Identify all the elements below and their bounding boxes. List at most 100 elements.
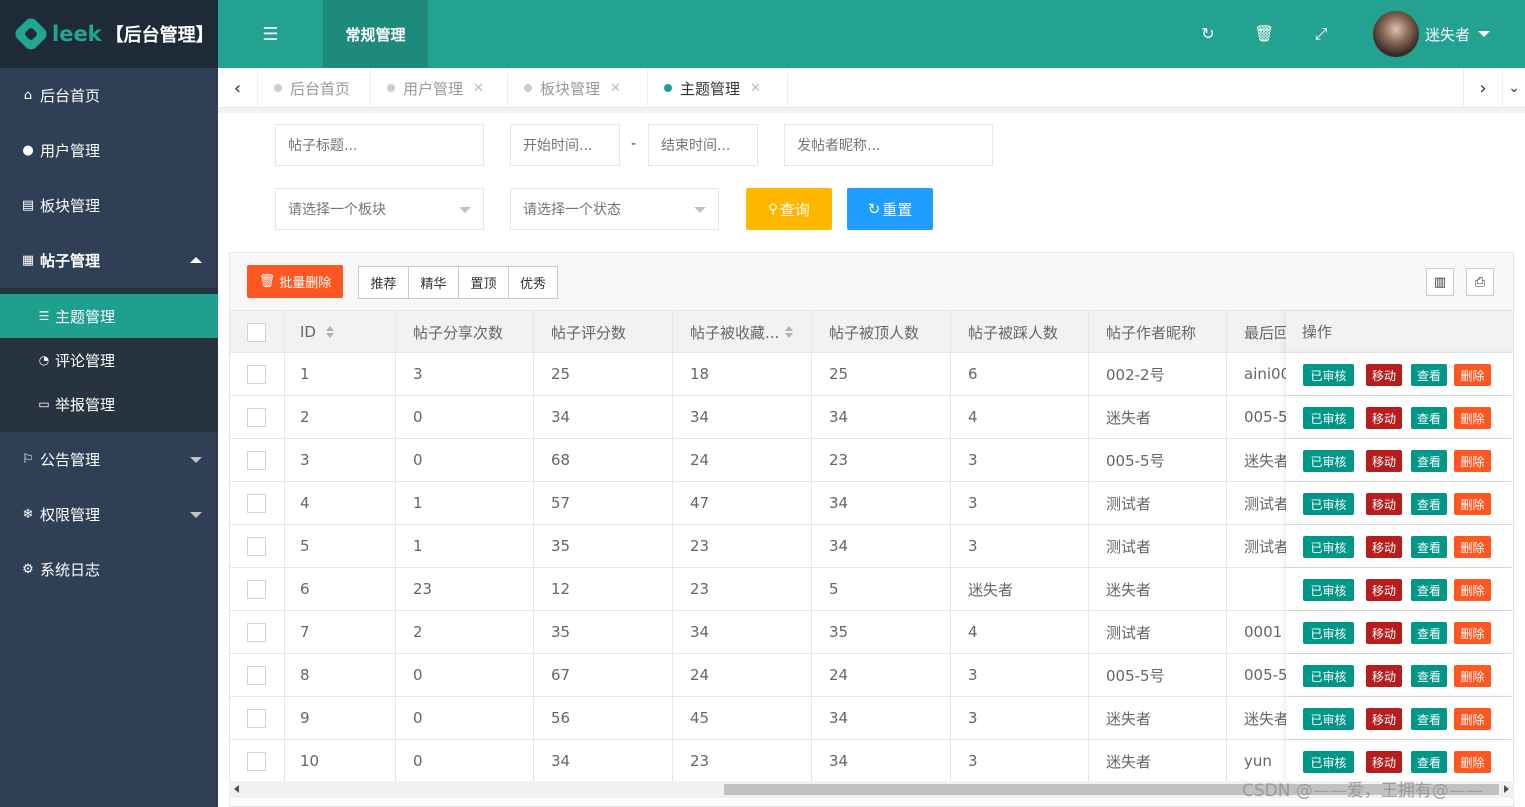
tab-boards[interactable]: 板块管理 ✕ bbox=[508, 68, 648, 108]
sidebar-subitem-reports[interactable]: ▭ 举报管理 bbox=[0, 382, 218, 426]
delete-button[interactable]: 删除 bbox=[1454, 450, 1491, 472]
delete-button[interactable]: 删除 bbox=[1454, 536, 1491, 558]
row-checkbox[interactable] bbox=[247, 579, 266, 599]
query-button[interactable]: ⚲ 查询 bbox=[746, 188, 832, 230]
view-button[interactable]: 查看 bbox=[1411, 665, 1447, 687]
move-button[interactable]: 移动 bbox=[1366, 665, 1402, 687]
recommend-button[interactable]: 推荐 bbox=[359, 267, 409, 298]
essence-button[interactable]: 精华 bbox=[409, 267, 459, 298]
nickname-search-input[interactable]: 发帖者昵称... bbox=[784, 124, 993, 166]
tab-topics[interactable]: 主题管理 ✕ bbox=[648, 68, 788, 108]
sidebar-item-permissions[interactable]: ❄ 权限管理 bbox=[0, 487, 218, 542]
columns-icon[interactable]: ▥ bbox=[1426, 268, 1454, 296]
audit-button[interactable]: 已审核 bbox=[1303, 450, 1354, 472]
delete-button[interactable]: 删除 bbox=[1454, 407, 1491, 429]
header-username[interactable]: 迷失者 bbox=[1425, 24, 1470, 45]
close-icon[interactable]: ✕ bbox=[473, 81, 484, 96]
delete-button[interactable]: 删除 bbox=[1454, 493, 1491, 515]
delete-button[interactable]: 删除 bbox=[1454, 622, 1491, 644]
scroll-right-icon[interactable] bbox=[1504, 785, 1509, 793]
sidebar-toggle-icon[interactable]: ☰ bbox=[218, 0, 323, 68]
sidebar-item-users[interactable]: ● 用户管理 bbox=[0, 123, 218, 178]
sidebar-item-notices[interactable]: ⚐ 公告管理 bbox=[0, 432, 218, 487]
sidebar-item-boards[interactable]: ▤ 板块管理 bbox=[0, 178, 218, 233]
delete-button[interactable]: 删除 bbox=[1454, 751, 1491, 773]
row-checkbox[interactable] bbox=[247, 536, 266, 556]
scroll-left-icon[interactable] bbox=[234, 785, 239, 793]
pin-top-button[interactable]: 置顶 bbox=[459, 267, 509, 298]
excellent-button[interactable]: 优秀 bbox=[509, 267, 557, 298]
audit-button[interactable]: 已审核 bbox=[1303, 622, 1354, 644]
status-select[interactable]: 请选择一个状态 bbox=[510, 188, 719, 230]
delete-button[interactable]: 删除 bbox=[1454, 364, 1491, 386]
reset-button[interactable]: ↻ 重置 bbox=[847, 188, 933, 230]
view-button[interactable]: 查看 bbox=[1411, 536, 1447, 558]
chevron-down-icon[interactable] bbox=[1478, 31, 1490, 37]
row-checkbox[interactable] bbox=[247, 708, 266, 728]
col-favorites[interactable]: 帖子被收藏... bbox=[673, 311, 812, 353]
move-button[interactable]: 移动 bbox=[1366, 708, 1402, 730]
row-checkbox[interactable] bbox=[247, 665, 266, 685]
tab-home[interactable]: 后台首页 bbox=[258, 68, 371, 108]
refresh-icon[interactable]: ↻ bbox=[1198, 24, 1218, 43]
sort-icon[interactable] bbox=[325, 326, 334, 338]
audit-button[interactable]: 已审核 bbox=[1303, 493, 1354, 515]
row-checkbox[interactable] bbox=[247, 364, 266, 384]
sidebar-subitem-comments[interactable]: ◔ 评论管理 bbox=[0, 338, 218, 382]
audit-button[interactable]: 已审核 bbox=[1303, 364, 1354, 386]
row-checkbox[interactable] bbox=[247, 493, 266, 513]
tabs-next-icon[interactable]: › bbox=[1463, 68, 1503, 108]
view-button[interactable]: 查看 bbox=[1411, 450, 1447, 472]
move-button[interactable]: 移动 bbox=[1366, 450, 1402, 472]
delete-button[interactable]: 删除 bbox=[1454, 579, 1491, 601]
view-button[interactable]: 查看 bbox=[1411, 579, 1447, 601]
audit-button[interactable]: 已审核 bbox=[1303, 579, 1354, 601]
view-button[interactable]: 查看 bbox=[1411, 364, 1447, 386]
delete-button[interactable]: 删除 bbox=[1454, 665, 1491, 687]
tab-users[interactable]: 用户管理 ✕ bbox=[371, 68, 508, 108]
header-module-tab[interactable]: 常规管理 bbox=[323, 0, 428, 68]
view-button[interactable]: 查看 bbox=[1411, 751, 1447, 773]
sidebar-item-home[interactable]: ⌂ 后台首页 bbox=[0, 68, 218, 123]
audit-button[interactable]: 已审核 bbox=[1303, 665, 1354, 687]
audit-button[interactable]: 已审核 bbox=[1303, 536, 1354, 558]
print-icon[interactable]: ⎙ bbox=[1466, 268, 1494, 296]
close-icon[interactable]: ✕ bbox=[750, 81, 761, 96]
batch-delete-button[interactable]: 🗑 批量删除 bbox=[247, 265, 343, 298]
sidebar-item-posts[interactable]: ▦ 帖子管理 bbox=[0, 233, 218, 288]
tabs-prev-icon[interactable]: ‹ bbox=[218, 68, 258, 108]
start-time-input[interactable]: 开始时间... bbox=[510, 124, 620, 166]
row-checkbox[interactable] bbox=[247, 450, 266, 470]
logo[interactable]: leek 【后台管理】 bbox=[0, 0, 218, 68]
col-id[interactable]: ID bbox=[285, 311, 396, 353]
row-checkbox[interactable] bbox=[247, 622, 266, 642]
sidebar-item-logs[interactable]: ⚙ 系统日志 bbox=[0, 542, 218, 597]
move-button[interactable]: 移动 bbox=[1366, 536, 1402, 558]
close-icon[interactable]: ✕ bbox=[610, 81, 621, 96]
move-button[interactable]: 移动 bbox=[1366, 579, 1402, 601]
delete-button[interactable]: 删除 bbox=[1454, 708, 1491, 730]
move-button[interactable]: 移动 bbox=[1366, 407, 1402, 429]
view-button[interactable]: 查看 bbox=[1411, 493, 1447, 515]
board-select[interactable]: 请选择一个板块 bbox=[275, 188, 484, 230]
fullscreen-icon[interactable]: ⤢ bbox=[1311, 24, 1331, 44]
avatar[interactable] bbox=[1373, 11, 1419, 57]
view-button[interactable]: 查看 bbox=[1411, 407, 1447, 429]
move-button[interactable]: 移动 bbox=[1366, 751, 1402, 773]
row-checkbox[interactable] bbox=[247, 407, 266, 427]
trash-icon[interactable]: 🗑 bbox=[1254, 24, 1274, 43]
tabs-menu-chevron-icon[interactable]: ⌄ bbox=[1503, 68, 1525, 108]
audit-button[interactable]: 已审核 bbox=[1303, 751, 1354, 773]
title-search-input[interactable]: 帖子标题... bbox=[275, 124, 484, 166]
view-button[interactable]: 查看 bbox=[1411, 708, 1447, 730]
view-button[interactable]: 查看 bbox=[1411, 622, 1447, 644]
move-button[interactable]: 移动 bbox=[1366, 364, 1402, 386]
sidebar-subitem-topics[interactable]: ☰ 主题管理 bbox=[0, 294, 218, 338]
sort-icon[interactable] bbox=[785, 326, 794, 338]
move-button[interactable]: 移动 bbox=[1366, 493, 1402, 515]
select-all-checkbox[interactable] bbox=[247, 322, 266, 342]
audit-button[interactable]: 已审核 bbox=[1303, 407, 1354, 429]
move-button[interactable]: 移动 bbox=[1366, 622, 1402, 644]
end-time-input[interactable]: 结束时间... bbox=[648, 124, 758, 166]
audit-button[interactable]: 已审核 bbox=[1303, 708, 1354, 730]
